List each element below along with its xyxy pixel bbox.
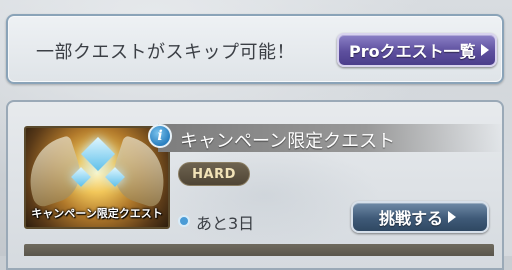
challenge-button-label: 挑戦する [379,209,444,228]
next-quest-row [24,244,494,256]
difficulty-badge: HARD [178,162,250,186]
pro-quest-list-button[interactable]: Proクエスト一覧 [337,33,497,67]
remaining-time: あと3日 [196,214,255,233]
thumbnail-label: キャンペーン限定クエスト [31,207,163,220]
chevron-right-icon [448,211,457,223]
pro-button-label: Proクエスト一覧 [349,42,476,61]
chevron-right-icon [480,44,489,56]
challenge-button[interactable]: 挑戦する [351,201,489,233]
clock-icon [178,215,190,227]
panel-watermark [150,140,380,250]
quest-title: キャンペーン限定クエスト [180,131,396,152]
crystal-art [81,137,115,171]
info-icon[interactable]: i [148,124,172,148]
banner-text: 一部クエストがスキップ可能！ [36,42,295,63]
skip-banner: 一部クエストがスキップ可能！ Proクエスト一覧 [6,14,504,84]
quest-thumbnail[interactable]: キャンペーン限定クエスト [24,126,170,229]
